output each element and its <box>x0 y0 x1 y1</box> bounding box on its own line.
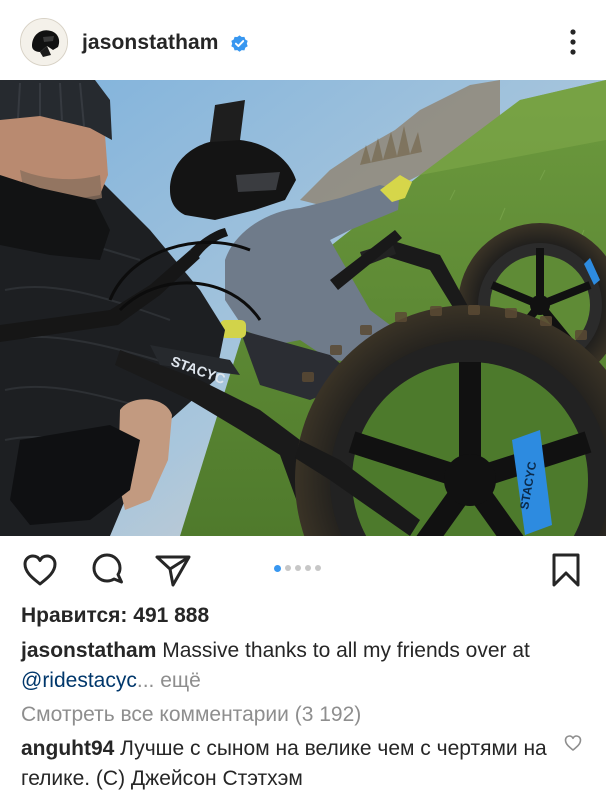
comment: anguht94 Лучше с сыном на велике чем с ч… <box>21 734 551 794</box>
heart-icon[interactable] <box>20 550 60 590</box>
caption-ellipsis: ... <box>136 669 155 692</box>
likes-count[interactable]: Нравится: 491 888 <box>21 604 209 628</box>
avatar-helmet-icon <box>21 19 67 65</box>
caption-mention[interactable]: @ridestacyc <box>21 669 137 692</box>
caption-username[interactable]: jasonstatham <box>21 639 156 662</box>
send-icon[interactable] <box>153 550 193 590</box>
post-caption: jasonstatham Massive thanks to all my fr… <box>21 636 591 696</box>
post-actions <box>0 540 606 600</box>
carousel-dot <box>315 565 321 571</box>
carousel-dot-active <box>274 564 281 572</box>
verified-badge-icon <box>231 35 248 52</box>
post-author-username[interactable]: jasonstatham <box>82 31 219 55</box>
bookmark-icon[interactable] <box>546 550 586 590</box>
more-vertical-icon[interactable] <box>563 27 583 57</box>
post-photo[interactable]: STACYC STACYC <box>0 80 606 536</box>
post-image: STACYC STACYC <box>0 80 606 536</box>
carousel-indicator <box>274 564 321 572</box>
avatar[interactable] <box>20 18 68 66</box>
post-header: jasonstatham <box>0 0 606 80</box>
caption-text: Massive thanks to all my friends over at <box>156 639 530 662</box>
view-all-comments-link[interactable]: Смотреть все комментарии (3 192) <box>21 703 361 727</box>
comment-username[interactable]: anguht94 <box>21 737 114 760</box>
heart-outline-small-icon[interactable] <box>563 733 583 753</box>
carousel-dot <box>295 565 301 571</box>
comment-icon[interactable] <box>87 550 127 590</box>
carousel-dot <box>305 565 311 571</box>
carousel-dot <box>285 565 291 571</box>
caption-more-link[interactable]: ещё <box>154 669 201 692</box>
